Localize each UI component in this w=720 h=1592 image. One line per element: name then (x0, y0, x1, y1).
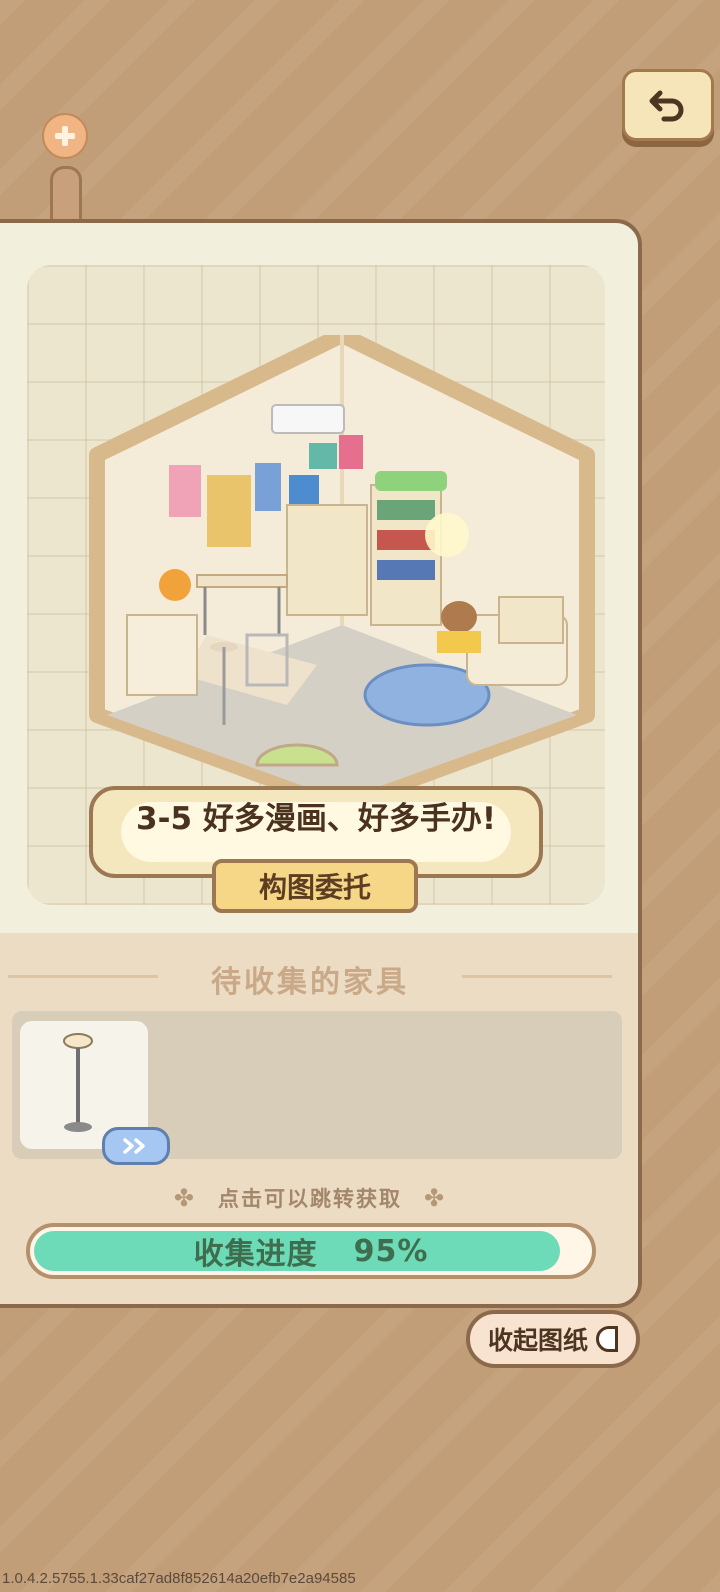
section-title: 待收集的家具 (211, 965, 409, 1000)
zoom-plus-button[interactable] (42, 113, 88, 159)
collapse-arrow-icon (596, 1326, 618, 1352)
version-string: 1.0.4.2.5755.1.33caf27ad8f852614a20efb7e… (2, 1570, 356, 1587)
hint-row: ✤ 点击可以跳转获取 ✤ (0, 1183, 626, 1213)
furniture-item-card[interactable] (20, 1021, 170, 1165)
progress-text: 收集进度 95% (30, 1227, 592, 1275)
collapse-button-label: 收起图纸 (487, 1326, 588, 1355)
clover-icon: ✤ (424, 1184, 447, 1212)
progress-value: 95% (353, 1233, 429, 1269)
clover-icon: ✤ (173, 1184, 196, 1212)
commission-tag[interactable]: 构图委托 (212, 859, 418, 913)
hint-text: 点击可以跳转获取 (218, 1187, 402, 1211)
back-button[interactable] (622, 69, 714, 141)
collapse-blueprint-button[interactable]: 收起图纸 (466, 1310, 640, 1368)
furniture-list (12, 1011, 622, 1165)
blueprint-panel: 3-5 好多漫画、好多手办! 构图委托 待收集的家具 ✤ 点击可以跳转获取 ✤ … (0, 219, 642, 1308)
collection-progress-bar: 收集进度 95% (26, 1223, 596, 1279)
go-to-acquire-button[interactable] (102, 1127, 170, 1165)
undo-arrow-icon (649, 90, 684, 122)
double-chevron-right-icon (123, 1138, 145, 1154)
progress-label: 收集进度 (193, 1237, 318, 1272)
collection-section: 待收集的家具 ✤ 点击可以跳转获取 ✤ 收集进度 95% (0, 933, 638, 1304)
room-illustration (89, 335, 595, 813)
zoom-slider-track[interactable] (50, 166, 82, 227)
plus-icon (55, 126, 75, 146)
